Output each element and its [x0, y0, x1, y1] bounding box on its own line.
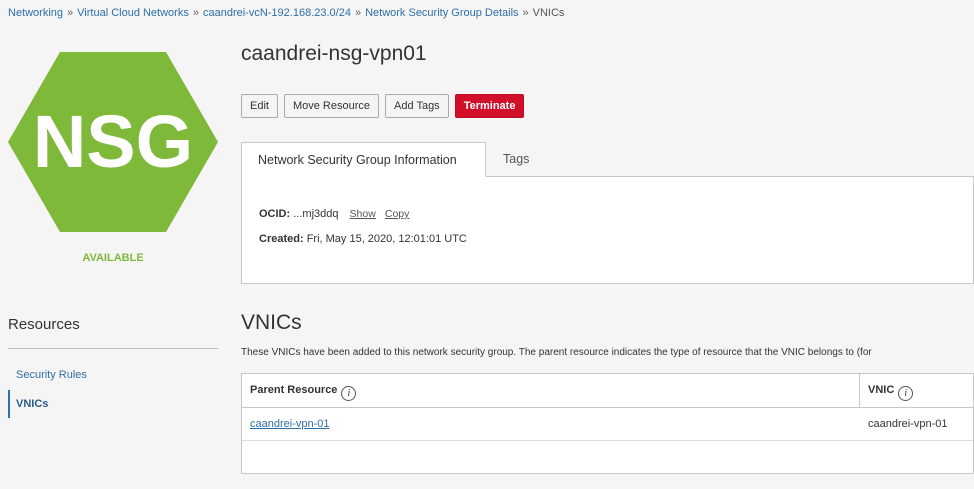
- resources-divider: [8, 348, 218, 349]
- ocid-row: OCID: ...mj3ddq Show Copy: [259, 208, 409, 220]
- detail-tabs: Network Security Group Information Tags: [241, 142, 974, 177]
- column-header-vnic[interactable]: VNIC i: [859, 374, 974, 408]
- action-bar: Edit Move Resource Add Tags Terminate: [241, 94, 525, 118]
- move-resource-button[interactable]: Move Resource: [283, 94, 380, 118]
- ocid-label: OCID:: [259, 208, 291, 220]
- column-label: Parent Resource: [250, 384, 338, 396]
- vnics-table: Parent Resource i VNIC i caandrei-vpn-01 c…: [241, 373, 974, 474]
- breadcrumb-current: VNICs: [532, 7, 565, 19]
- breadcrumb-separator: »: [354, 7, 362, 19]
- page-title: caandrei-nsg-vpn01: [241, 42, 427, 65]
- nsg-badge-label: NSG: [33, 100, 193, 183]
- tab-nsg-information[interactable]: Network Security Group Information: [241, 142, 486, 177]
- add-tags-button[interactable]: Add Tags: [385, 94, 449, 118]
- terminate-button[interactable]: Terminate: [454, 94, 525, 118]
- sidebar-item-vnics[interactable]: VNICs: [8, 390, 48, 418]
- info-panel: OCID: ...mj3ddq Show Copy Created: Fri, …: [241, 177, 974, 284]
- created-row: Created: Fri, May 15, 2020, 12:01:01 UTC: [259, 233, 467, 245]
- breadcrumb-vcns[interactable]: Virtual Cloud Networks: [77, 7, 189, 19]
- breadcrumb-separator: »: [67, 7, 74, 19]
- created-value: Fri, May 15, 2020, 12:01:01 UTC: [306, 233, 467, 245]
- breadcrumb-separator: »: [522, 7, 529, 19]
- column-label: VNIC: [868, 384, 895, 396]
- table-header: Parent Resource i VNIC i: [242, 374, 973, 408]
- ocid-copy-link[interactable]: Copy: [385, 208, 410, 220]
- tab-tags[interactable]: Tags: [503, 142, 529, 177]
- ocid-show-link[interactable]: Show: [350, 208, 376, 220]
- breadcrumb-nsg-details[interactable]: Network Security Group Details: [365, 7, 518, 19]
- created-label: Created:: [259, 233, 304, 245]
- edit-button[interactable]: Edit: [241, 94, 278, 118]
- status-badge: AVAILABLE: [82, 252, 144, 264]
- vnic-name: caandrei-vpn-01: [868, 418, 948, 430]
- vnics-section-title: VNICs: [241, 311, 302, 334]
- sidebar-item-security-rules[interactable]: Security Rules: [16, 369, 87, 381]
- vnics-description: These VNICs have been added to this netw…: [241, 347, 872, 358]
- ocid-value: ...mj3ddq: [293, 208, 339, 220]
- nsg-badge-icon: NSG: [8, 52, 218, 232]
- parent-resource-link[interactable]: caandrei-vpn-01: [250, 408, 330, 441]
- breadcrumb: Networking» Virtual Cloud Networks» caandr…: [8, 7, 564, 19]
- breadcrumb-vcn[interactable]: caandrei-vcN-192.168.23.0/24: [203, 7, 351, 19]
- breadcrumb-separator: »: [192, 7, 199, 19]
- info-icon[interactable]: i: [341, 386, 357, 401]
- table-row: caandrei-vpn-01 caandrei-vpn-01: [242, 408, 973, 441]
- column-header-parent-resource[interactable]: Parent Resource i: [250, 374, 357, 408]
- info-icon[interactable]: i: [898, 386, 914, 401]
- breadcrumb-networking[interactable]: Networking: [8, 7, 63, 19]
- resources-heading: Resources: [8, 316, 80, 333]
